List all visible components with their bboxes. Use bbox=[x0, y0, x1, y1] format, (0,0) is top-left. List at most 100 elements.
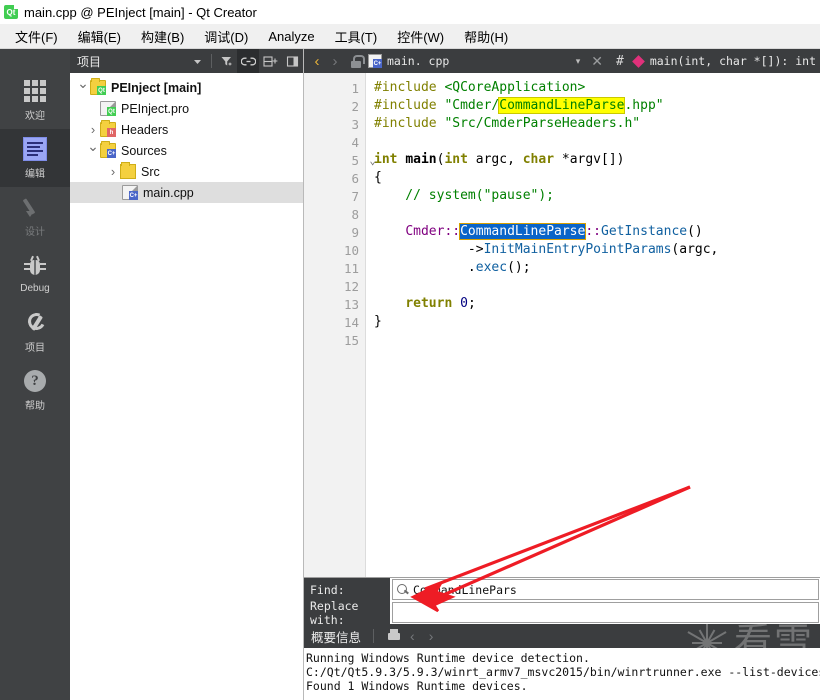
output-line: Running Windows Runtime device detection… bbox=[306, 651, 590, 665]
code-line: return 0; bbox=[374, 295, 820, 313]
sidebar-label-projects: 项目 bbox=[25, 343, 45, 354]
project-panel-toolbar: 项目 bbox=[70, 49, 303, 73]
menu-analyze[interactable]: Analyze bbox=[259, 26, 323, 47]
code-line: { bbox=[374, 169, 820, 187]
watermark-text: 看雪 bbox=[733, 624, 814, 648]
line-number: 5 ⌄ bbox=[304, 151, 376, 169]
code-token: #include bbox=[374, 80, 445, 95]
document-lines-icon bbox=[22, 136, 48, 162]
grid-icon bbox=[22, 78, 48, 104]
nav-back-icon[interactable]: ‹ bbox=[308, 53, 326, 70]
code-line: // system("pause"); bbox=[374, 187, 820, 205]
code-token: ; bbox=[467, 296, 476, 311]
symbol-selector[interactable]: main(int, char *[]): int bbox=[650, 54, 816, 68]
tree-node-headers[interactable]: h Headers bbox=[70, 119, 303, 140]
code-token: #include bbox=[374, 98, 445, 113]
clear-output-icon[interactable] bbox=[386, 628, 403, 644]
code-line: #include <QCoreApplication> bbox=[374, 79, 820, 97]
sidebar-item-debug[interactable]: Debug bbox=[0, 245, 70, 303]
sidebar-label-debug: Debug bbox=[20, 283, 50, 294]
wrench-icon bbox=[22, 310, 48, 336]
code-text-area[interactable]: #include <QCoreApplication> #include "Cmd… bbox=[366, 73, 820, 577]
tree-node-sources[interactable]: C+ Sources bbox=[70, 140, 303, 161]
split-icon[interactable] bbox=[259, 49, 281, 73]
line-number: 2 bbox=[351, 98, 359, 114]
tree-label-sources: Sources bbox=[121, 143, 167, 158]
sidebar-item-projects[interactable]: 项目 bbox=[0, 303, 70, 361]
expand-arrow-icon[interactable] bbox=[106, 164, 120, 179]
close-document-icon[interactable]: ✕ bbox=[586, 53, 608, 70]
tree-label-src: Src bbox=[141, 164, 160, 179]
code-token: int bbox=[374, 152, 406, 167]
sidebar-item-help[interactable]: ? 帮助 bbox=[0, 361, 70, 419]
link-sync-icon[interactable] bbox=[237, 49, 259, 73]
tree-node-main-cpp[interactable]: C+ main.cpp bbox=[70, 182, 303, 203]
sidebar-item-welcome[interactable]: 欢迎 bbox=[0, 71, 70, 129]
sidebar-item-edit[interactable]: 编辑 bbox=[0, 129, 70, 187]
menu-help[interactable]: 帮助(H) bbox=[455, 24, 517, 49]
line-column-icon[interactable]: # bbox=[608, 54, 632, 69]
expand-arrow-icon[interactable] bbox=[86, 142, 100, 159]
output-pane-body[interactable]: Running Windows Runtime device detection… bbox=[304, 648, 820, 700]
filter-icon[interactable] bbox=[215, 49, 237, 73]
main-content-row: 欢迎 编辑 设计 Debug 项目 ? 帮助 项目 ⌄ Qt PEInject … bbox=[0, 49, 820, 700]
menu-debug[interactable]: 调试(D) bbox=[195, 24, 257, 49]
code-line: #include "Src/CmderParseHeaders.h" bbox=[374, 115, 820, 133]
unlocked-icon[interactable] bbox=[348, 53, 365, 69]
pro-file-icon: Qt bbox=[100, 101, 116, 116]
close-panel-icon[interactable] bbox=[281, 49, 303, 73]
replace-label: Replace with: bbox=[304, 599, 390, 627]
output-pane-title[interactable]: 概要信息 bbox=[311, 627, 361, 646]
output-line: C:/Qt/Qt5.9.3/5.9.3/winrt_armv7_msvc2015… bbox=[306, 665, 820, 679]
fold-marker-icon[interactable]: ⌄ bbox=[369, 154, 376, 167]
expand-arrow-icon[interactable] bbox=[86, 122, 100, 137]
open-file-name[interactable]: main. cpp bbox=[387, 54, 449, 68]
replace-input[interactable] bbox=[392, 602, 819, 623]
line-number: 7 bbox=[351, 188, 359, 204]
tree-node-project[interactable]: Qt PEInject [main] bbox=[70, 77, 303, 98]
menu-file[interactable]: 文件(F) bbox=[6, 24, 67, 49]
tree-label-project: PEInject [main] bbox=[111, 80, 202, 95]
replace-row: Replace with: bbox=[304, 599, 820, 627]
menu-build[interactable]: 构建(B) bbox=[132, 24, 193, 49]
code-token: int bbox=[444, 152, 476, 167]
code-token: // system("pause"); bbox=[374, 188, 555, 203]
headers-folder-icon: h bbox=[100, 120, 116, 137]
code-token: . bbox=[374, 260, 476, 275]
code-token: -> bbox=[374, 242, 484, 257]
cpp-badge-icon: C+ bbox=[129, 191, 138, 200]
project-tree[interactable]: Qt PEInject [main] Qt PEInject.pro h Hea… bbox=[70, 73, 303, 700]
code-line: int main(int argc, char *argv[]) bbox=[374, 151, 820, 169]
bug-icon bbox=[22, 254, 48, 280]
search-highlight: CommandLineParse bbox=[498, 97, 626, 114]
project-folder-icon: Qt bbox=[90, 78, 106, 95]
code-line: } bbox=[374, 313, 820, 331]
code-token: Cmder bbox=[405, 224, 445, 239]
tree-node-pro-file[interactable]: Qt PEInject.pro bbox=[70, 98, 303, 119]
code-token: () bbox=[687, 224, 703, 239]
code-line: #include "Cmder/CommandLineParse.hpp" bbox=[374, 97, 820, 115]
nav-forward-icon[interactable]: › bbox=[326, 53, 344, 70]
line-number: 11 bbox=[343, 260, 359, 276]
project-panel-title: 项目 bbox=[77, 54, 102, 69]
code-token: char bbox=[522, 152, 562, 167]
code-editor[interactable]: 1 2 3 4 5 ⌄ 6 7 8 9 10 11 12 13 14 15 #i… bbox=[304, 73, 820, 577]
file-dropdown-icon[interactable]: ▾ bbox=[570, 56, 587, 67]
sidebar-item-design[interactable]: 设计 bbox=[0, 187, 70, 245]
chevron-down-icon[interactable] bbox=[186, 49, 208, 73]
next-item-icon[interactable]: › bbox=[422, 628, 441, 644]
line-number: 6 bbox=[351, 170, 359, 186]
menu-edit[interactable]: 编辑(E) bbox=[69, 24, 130, 49]
find-input[interactable]: CommandLinePars bbox=[392, 579, 819, 600]
prev-item-icon[interactable]: ‹ bbox=[403, 628, 422, 644]
code-token: InitMainEntryPointParams bbox=[483, 242, 672, 257]
line-number: 14 bbox=[343, 314, 359, 330]
magnifier-icon[interactable] bbox=[397, 583, 409, 596]
menu-tools[interactable]: 工具(T) bbox=[326, 24, 387, 49]
diamond-marker-icon bbox=[631, 54, 645, 68]
tree-node-src[interactable]: Src bbox=[70, 161, 303, 182]
expand-arrow-icon[interactable] bbox=[76, 79, 90, 96]
menu-window[interactable]: 控件(W) bbox=[388, 24, 453, 49]
watermark: 看雪 bbox=[684, 624, 814, 648]
